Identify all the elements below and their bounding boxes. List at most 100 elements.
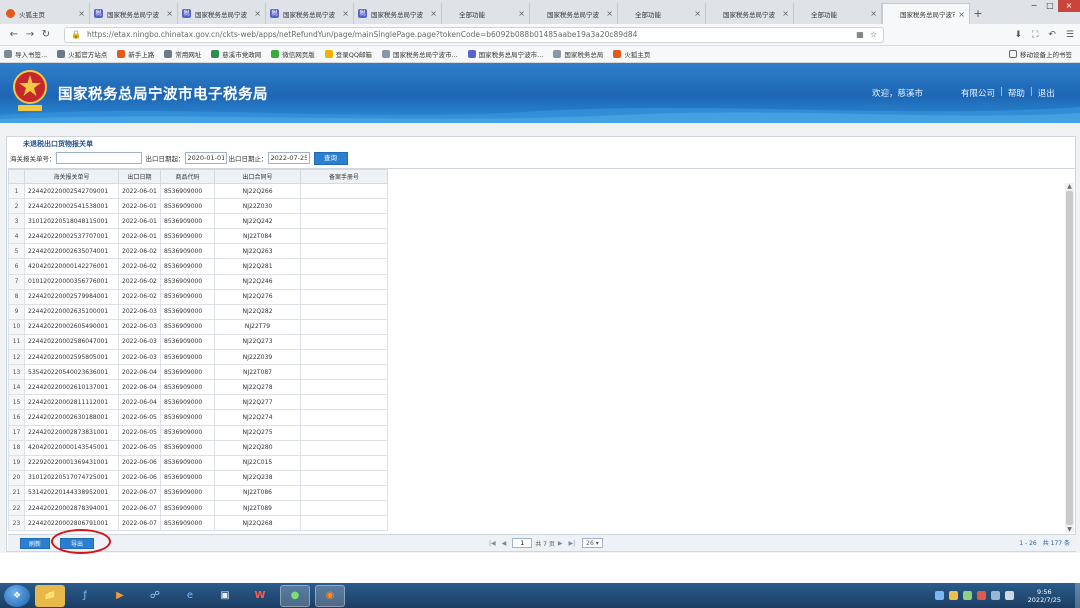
reload-icon[interactable]: ↻ (38, 29, 54, 40)
bookmark-item[interactable]: 火狐主页 (613, 49, 650, 59)
table-row[interactable]: 15 224420220002811112001 2022-06-04 8536909… (8, 394, 388, 411)
first-page-icon[interactable]: |◀ (489, 540, 496, 547)
tab-close-icon[interactable]: × (254, 9, 261, 18)
browser-tab[interactable]: 国家税务总局宁波 × (706, 3, 794, 24)
taskbar-media-icon[interactable]: ▶ (105, 585, 135, 607)
bookmark-item[interactable]: 国家税务总局宁波市... (381, 49, 458, 59)
close-window-icon[interactable]: × (1058, 0, 1080, 12)
scroll-down-icon[interactable]: ▼ (1065, 526, 1074, 533)
scroll-thumb[interactable] (1066, 191, 1073, 525)
bookmark-item[interactable]: 常用网址 (164, 49, 201, 59)
header-customs-no[interactable]: 海关报关单号 (24, 169, 119, 184)
browser-tab[interactable]: 全部功能 × (794, 3, 882, 24)
bookmark-item[interactable]: 火狐官方站点 (57, 49, 107, 59)
prev-page-icon[interactable]: ◀ (502, 540, 507, 547)
tab-close-icon[interactable]: × (430, 9, 437, 18)
table-row[interactable]: 20 310120220517074725001 2022-06-06 8536909… (8, 469, 388, 486)
next-page-icon[interactable]: ▶ (558, 540, 563, 547)
tray-security-icon[interactable] (976, 591, 986, 600)
header-record-book-no[interactable]: 备案手册号 (300, 169, 388, 184)
tab-close-icon[interactable]: × (342, 9, 349, 18)
table-row[interactable]: 12 224420220002595805001 2022-06-03 8536909… (8, 349, 388, 366)
url-text[interactable]: https://etax.ningbo.chinatax.gov.cn/ckts… (87, 30, 850, 39)
header-commodity-code[interactable]: 商品代码 (160, 169, 215, 184)
date-start-input[interactable] (184, 152, 227, 164)
last-page-icon[interactable]: ▶| (569, 540, 576, 547)
browser-tab[interactable]: 全部功能 × (618, 3, 706, 24)
search-button[interactable]: 查询 (313, 151, 348, 165)
page-number-input[interactable] (512, 538, 533, 548)
browser-tab[interactable]: 税国家税务总局宁波 × (178, 3, 266, 24)
browser-tab[interactable]: 税国家税务总局宁波 × (90, 3, 178, 24)
tray-keyboard-icon[interactable] (1004, 591, 1014, 600)
table-row[interactable]: 19 222920220001369431001 2022-06-06 8536909… (8, 454, 388, 471)
tab-close-icon[interactable]: × (518, 9, 525, 18)
table-row[interactable]: 6 420420220000142276001 2022-06-02 85369090… (8, 258, 388, 275)
bookmark-item[interactable]: 慈溪市党政网 (211, 49, 261, 59)
table-row[interactable]: 18 420420220000143545001 2022-06-05 8536909… (8, 439, 388, 456)
customs-no-input[interactable] (55, 152, 142, 164)
table-row[interactable]: 5 224420220002635074001 2022-06-02 85369090… (8, 243, 388, 260)
table-row[interactable]: 8 224420220002579984001 2022-06-02 85369090… (8, 288, 388, 305)
bookmark-item[interactable]: 新手上路 (117, 49, 154, 59)
table-row[interactable]: 7 010120220000356776001 2022-06-02 85369090… (8, 273, 388, 290)
table-row[interactable]: 14 224420220002610137001 2022-06-04 8536909… (8, 379, 388, 396)
bookmark-star-icon[interactable]: ☆ (870, 30, 877, 39)
tray-wechat-icon[interactable] (962, 591, 972, 600)
download-icon[interactable]: ⬇ (1015, 30, 1023, 40)
taskbar-clock[interactable]: 9:56 2022/7/25 (1028, 588, 1061, 604)
taskbar-wechat-icon[interactable]: ● (280, 584, 310, 607)
taskbar-wps-icon[interactable]: W (245, 585, 275, 607)
table-row[interactable]: 3 310120220518048115001 2022-06-01 85369090… (8, 213, 388, 230)
table-row[interactable]: 22 224420220002878394001 2022-06-07 8536909… (8, 499, 388, 517)
tab-close-icon[interactable]: × (782, 9, 789, 18)
table-row[interactable]: 11 224420220002586047001 2022-06-03 8536909… (8, 333, 388, 351)
taskbar-window-icon[interactable]: ▣ (210, 585, 240, 607)
table-row[interactable]: 16 224420220002630188001 2022-06-05 8536909… (8, 409, 388, 426)
browser-tab[interactable]: 税国家税务总局宁波 × (266, 3, 354, 24)
table-row[interactable]: 1 224420220002542709001 2022-06-01 85369090… (8, 182, 388, 200)
qr-icon[interactable]: ▦ (856, 30, 864, 39)
scroll-up-icon[interactable]: ▲ (1065, 183, 1074, 190)
header-link-company[interactable]: 有限公司 (961, 87, 995, 99)
menu-icon[interactable]: ☰ (1066, 30, 1074, 40)
tray-network-icon[interactable] (934, 591, 944, 600)
taskbar-explorer-icon[interactable]: 📁 (35, 584, 65, 607)
refresh-button[interactable]: 刷新 (20, 538, 50, 549)
browser-tab[interactable]: 全部功能 × (442, 3, 530, 24)
bookmark-item[interactable]: 登录QQ邮箱 (324, 49, 372, 59)
maximize-icon[interactable]: □ (1042, 0, 1058, 12)
table-row[interactable]: 10 224420220002605490001 2022-06-03 8536909… (8, 318, 388, 335)
taskbar-firefox-icon[interactable]: ◉ (315, 584, 345, 607)
table-row[interactable]: 9 224420220002635100001 2022-06-03 85369090… (8, 303, 388, 320)
tab-close-icon[interactable]: × (958, 10, 965, 19)
tab-close-icon[interactable]: × (166, 9, 173, 18)
back-icon[interactable]: ← (6, 29, 22, 40)
taskbar-network-icon[interactable]: ☍ (140, 585, 170, 607)
bookmark-item[interactable]: 国家税务总局 (553, 49, 603, 59)
minimize-icon[interactable]: − (1026, 0, 1042, 12)
table-row[interactable]: 21 531420220144338952001 2022-06-07 8536909… (8, 484, 388, 501)
page-size-select[interactable]: 26 ▾ (582, 538, 603, 548)
table-row[interactable]: 13 535420220540023636001 2022-06-04 8536909… (8, 364, 388, 381)
table-row[interactable]: 23 224420220002806791001 2022-06-07 8536909… (8, 515, 388, 532)
new-tab-button[interactable]: + (970, 3, 986, 24)
mobile-bookmarks[interactable]: 移动设备上的书签 (1009, 49, 1072, 59)
table-row[interactable]: 2 224420220002541538001 2022-06-01 85369090… (8, 198, 388, 215)
address-bar[interactable]: 🔒 https://etax.ningbo.chinatax.gov.cn/ck… (64, 26, 884, 43)
header-link-logout[interactable]: 退出 (1038, 87, 1055, 99)
browser-tab[interactable]: 国家税务总局宁波市电× (882, 3, 970, 24)
header-link-help[interactable]: 帮助 (1008, 87, 1025, 99)
taskbar-app-icon[interactable]: ƒ (70, 585, 100, 607)
taskbar-ie-icon[interactable]: e (175, 585, 205, 607)
show-desktop-button[interactable] (1075, 583, 1080, 608)
undo-icon[interactable]: ↶ (1048, 30, 1056, 40)
table-row[interactable]: 17 224420220002873831001 2022-06-05 8536909… (8, 424, 388, 441)
vertical-scrollbar[interactable]: ▲ ▼ (1065, 183, 1074, 533)
table-row[interactable]: 4 224420220002537707001 2022-06-01 85369090… (8, 228, 388, 245)
start-button[interactable]: ❖ (4, 584, 30, 607)
header-contract-no[interactable]: 出口合同号 (214, 169, 301, 184)
forward-icon[interactable]: → (22, 29, 38, 40)
tab-close-icon[interactable]: × (694, 9, 701, 18)
tab-close-icon[interactable]: × (78, 9, 85, 18)
